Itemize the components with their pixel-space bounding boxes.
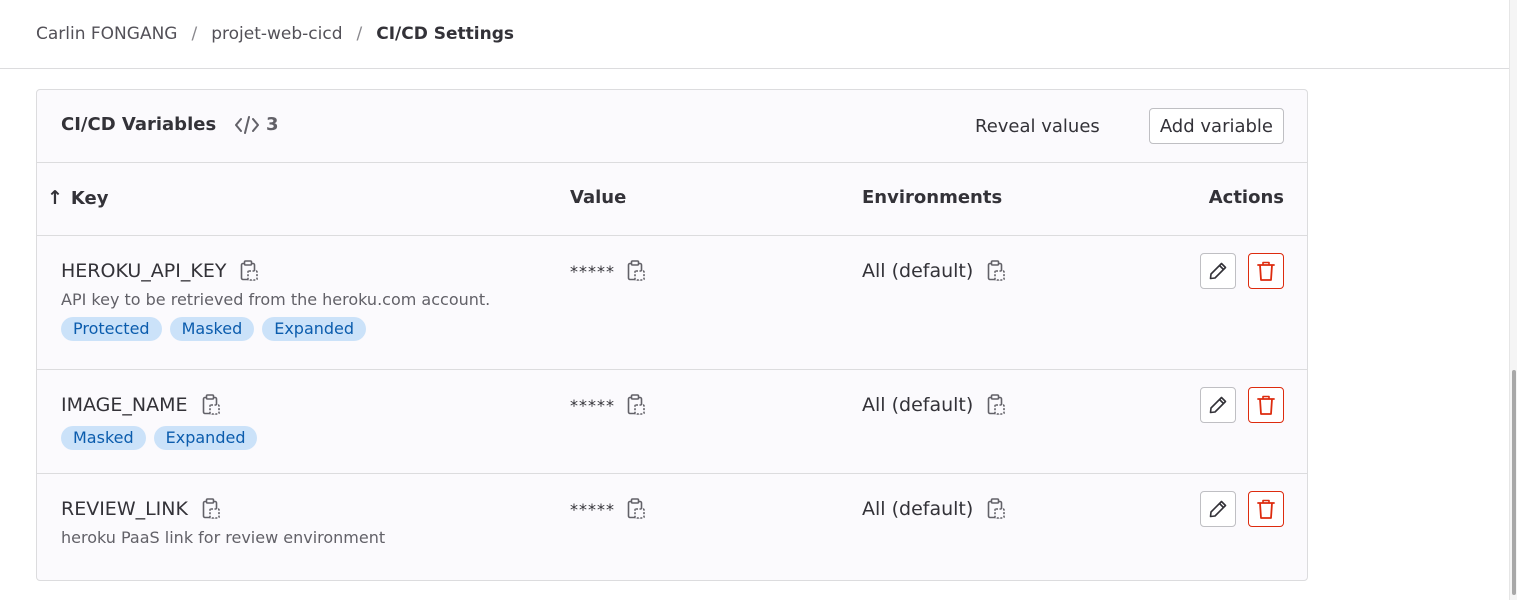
- variable-environment: All (default): [862, 260, 974, 282]
- pencil-icon: [1209, 396, 1227, 414]
- pencil-icon: [1209, 500, 1227, 518]
- clipboard-copy-icon[interactable]: [627, 394, 645, 416]
- cell-environment: All (default): [862, 258, 1006, 284]
- add-variable-button[interactable]: Add variable: [1148, 108, 1284, 144]
- clipboard-copy-icon[interactable]: [627, 498, 645, 520]
- badge-protected: Protected: [61, 317, 162, 341]
- variables-count-value: 3: [266, 114, 279, 135]
- cell-value: *****: [570, 392, 645, 418]
- badge-expanded: Expanded: [153, 426, 258, 450]
- row-actions: [1200, 253, 1284, 289]
- edit-variable-button[interactable]: [1200, 253, 1236, 289]
- variable-value: *****: [570, 261, 615, 281]
- clipboard-copy-icon[interactable]: [987, 394, 1006, 416]
- column-header-actions: Actions: [1208, 187, 1284, 208]
- variable-key: REVIEW_LINK: [61, 498, 188, 520]
- variable-value: *****: [570, 395, 615, 415]
- column-header-key[interactable]: ↑ Key: [47, 187, 109, 209]
- clipboard-copy-icon[interactable]: [987, 260, 1006, 282]
- ci-cd-variables-card: CI/CD Variables 3 Reveal values Add vari…: [36, 89, 1308, 581]
- cell-key: REVIEW_LINK heroku PaaS link for review …: [61, 496, 385, 547]
- trash-icon: [1257, 261, 1275, 281]
- column-header-environments: Environments: [862, 187, 1003, 208]
- cell-environment: All (default): [862, 392, 1006, 418]
- breadcrumb-separator: /: [191, 24, 198, 44]
- badge-expanded: Expanded: [262, 317, 367, 341]
- arrow-up-icon: ↑: [47, 187, 63, 209]
- column-header-value: Value: [570, 187, 627, 208]
- header-divider: [0, 68, 1510, 69]
- variable-value: *****: [570, 499, 615, 519]
- clipboard-copy-icon[interactable]: [627, 260, 645, 282]
- table-row: HEROKU_API_KEY API key to be retrieved f…: [37, 236, 1307, 370]
- breadcrumb-item-user[interactable]: Carlin FONGANG: [36, 24, 177, 44]
- edit-variable-button[interactable]: [1200, 387, 1236, 423]
- row-actions: [1200, 491, 1284, 527]
- trash-icon: [1257, 499, 1275, 519]
- pencil-icon: [1209, 262, 1227, 280]
- cell-key: IMAGE_NAME Masked Expanded: [61, 392, 258, 450]
- variable-badges: Masked Expanded: [61, 426, 258, 450]
- breadcrumb-item-current: CI/CD Settings: [376, 24, 515, 44]
- cell-environment: All (default): [862, 496, 1006, 522]
- card-header: CI/CD Variables 3 Reveal values Add vari…: [37, 90, 1307, 163]
- row-actions: [1200, 387, 1284, 423]
- delete-variable-button[interactable]: [1248, 387, 1284, 423]
- clipboard-copy-icon[interactable]: [987, 498, 1006, 520]
- breadcrumb-separator: /: [356, 24, 363, 44]
- clipboard-copy-icon[interactable]: [240, 260, 259, 282]
- edit-variable-button[interactable]: [1200, 491, 1236, 527]
- badge-masked: Masked: [169, 317, 255, 341]
- variable-description: API key to be retrieved from the heroku.…: [61, 290, 491, 309]
- card-title: CI/CD Variables: [61, 114, 217, 135]
- variable-badges: Protected Masked Expanded: [61, 317, 490, 341]
- breadcrumb-item-project[interactable]: projet-web-cicd: [211, 24, 342, 44]
- clipboard-copy-icon[interactable]: [202, 498, 220, 520]
- table-row: REVIEW_LINK heroku PaaS link for review …: [37, 474, 1307, 580]
- table-row: IMAGE_NAME Masked Expanded ***** All (de…: [37, 370, 1307, 474]
- reveal-values-button[interactable]: Reveal values: [967, 109, 1108, 143]
- badge-masked: Masked: [61, 426, 146, 450]
- scrollbar-thumb[interactable]: [1512, 370, 1516, 595]
- table-header: ↑ Key Value Environments Actions: [37, 163, 1307, 236]
- delete-variable-button[interactable]: [1248, 253, 1284, 289]
- breadcrumb: Carlin FONGANG / projet-web-cicd / CI/CD…: [36, 22, 514, 46]
- cell-value: *****: [570, 258, 645, 284]
- variable-description: heroku PaaS link for review environment: [61, 528, 386, 547]
- variable-environment: All (default): [862, 394, 974, 416]
- cell-key: HEROKU_API_KEY API key to be retrieved f…: [61, 258, 490, 341]
- variable-key: IMAGE_NAME: [61, 394, 188, 416]
- delete-variable-button[interactable]: [1248, 491, 1284, 527]
- variable-key: HEROKU_API_KEY: [61, 260, 227, 282]
- column-header-key-label: Key: [70, 187, 109, 209]
- code-icon: [235, 115, 259, 134]
- trash-icon: [1257, 395, 1275, 415]
- cell-value: *****: [570, 496, 645, 522]
- clipboard-copy-icon[interactable]: [202, 394, 220, 416]
- variable-environment: All (default): [862, 498, 974, 520]
- variables-count: 3: [234, 114, 279, 135]
